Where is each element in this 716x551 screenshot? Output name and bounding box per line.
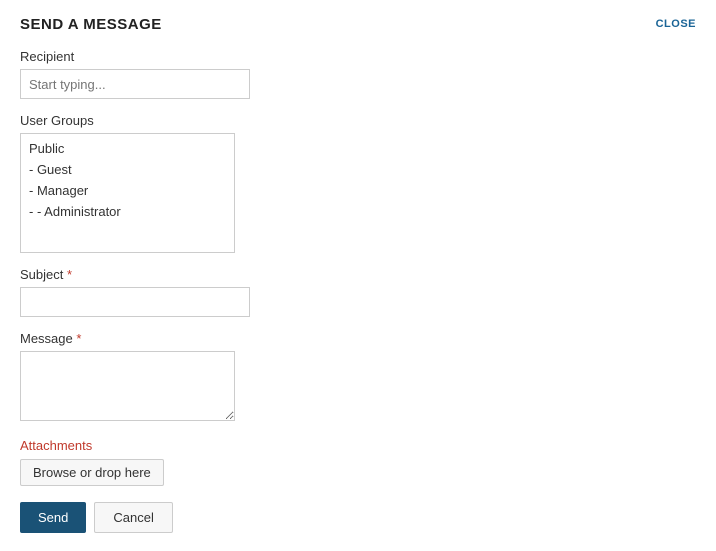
message-group: Message * [20, 331, 696, 424]
send-button[interactable]: Send [20, 502, 86, 533]
list-item[interactable]: - - Administrator [21, 201, 234, 222]
list-item[interactable]: - Guest [21, 159, 234, 180]
message-label: Message * [20, 331, 696, 346]
recipient-group: Recipient [20, 49, 696, 99]
attachments-label: Attachments [20, 438, 696, 453]
cancel-button[interactable]: Cancel [94, 502, 172, 533]
message-textarea[interactable] [20, 351, 235, 421]
subject-group: Subject * [20, 267, 696, 317]
page-header: SEND A MESSAGE CLOSE [20, 16, 696, 33]
list-item[interactable]: - Manager [21, 180, 234, 201]
message-required-star: * [73, 331, 82, 346]
recipient-input[interactable] [20, 69, 250, 99]
subject-required-star: * [63, 267, 72, 282]
page-title: SEND A MESSAGE [20, 16, 162, 33]
browse-button[interactable]: Browse or drop here [20, 459, 164, 486]
list-item[interactable]: Public [21, 138, 234, 159]
subject-input[interactable] [20, 287, 250, 317]
close-button[interactable]: CLOSE [656, 18, 696, 30]
user-groups-group: User Groups Public - Guest - Manager - -… [20, 113, 696, 253]
action-buttons: Send Cancel [20, 502, 696, 533]
attachments-group: Attachments Browse or drop here [20, 438, 696, 486]
user-groups-label: User Groups [20, 113, 696, 128]
subject-label: Subject * [20, 267, 696, 282]
user-groups-list[interactable]: Public - Guest - Manager - - Administrat… [20, 133, 235, 253]
recipient-label: Recipient [20, 49, 696, 64]
